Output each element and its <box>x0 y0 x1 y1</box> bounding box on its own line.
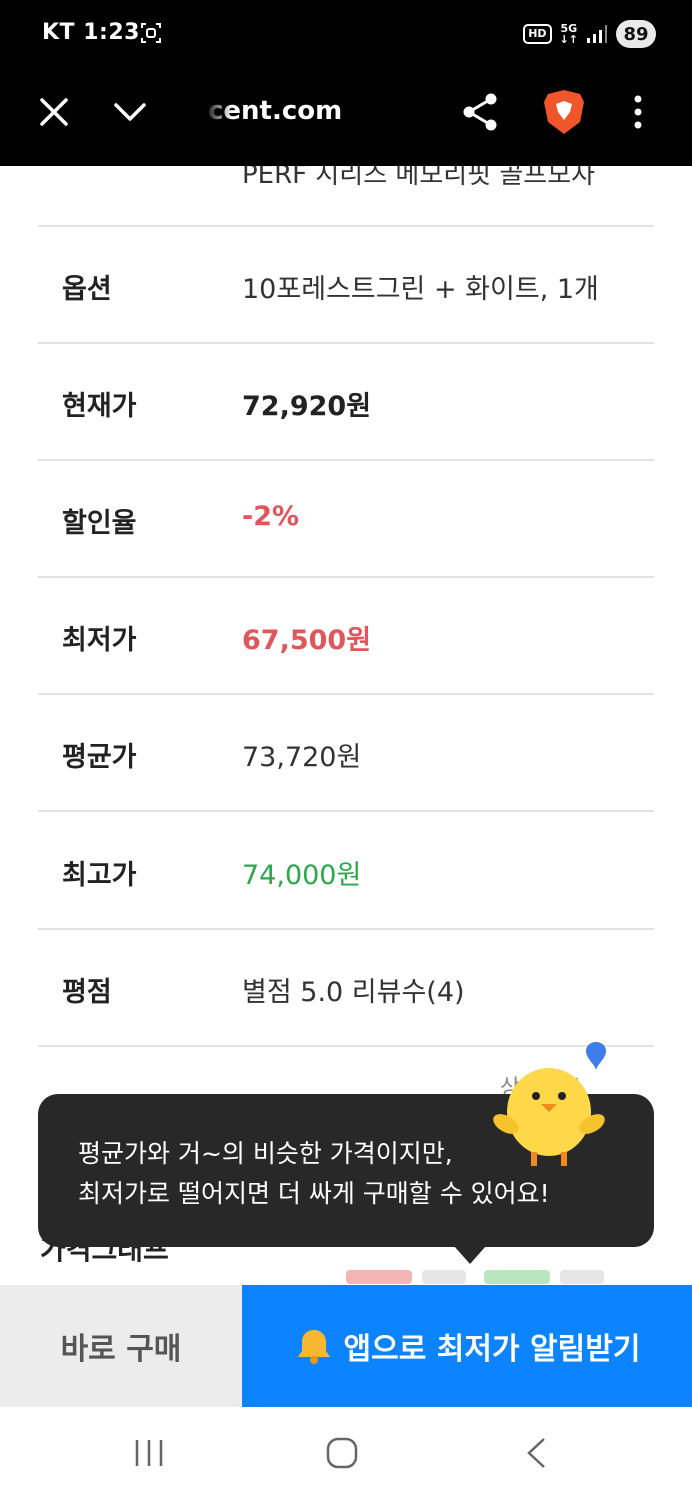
buy-now-label: 바로 구매 <box>60 1332 182 1367</box>
row-label: 할인율 <box>62 508 137 539</box>
table-row-current-price: 현재가 72,920원 <box>38 344 654 461</box>
chick-mascot-icon <box>493 1042 606 1166</box>
row-value: 10포레스트그린 + 화이트, 1개 <box>242 274 599 305</box>
row-label: 평균가 <box>62 742 137 773</box>
row-label: 현재가 <box>62 391 137 422</box>
back-icon[interactable] <box>512 1429 560 1477</box>
table-row-discount: 할인율 -2% <box>38 461 654 578</box>
network-icon: 5G ↓↑ <box>559 22 578 46</box>
product-name-row: PERF 시리즈 메모리핏 골프모자 <box>38 166 654 227</box>
recents-icon[interactable] <box>125 1429 173 1477</box>
status-time: KT 1:23 <box>42 20 140 45</box>
row-value: 74,000원 <box>242 860 362 891</box>
row-value: 별점 5.0 리뷰수(4) <box>242 977 465 1008</box>
price-alert-button[interactable]: 앱으로 최저가 알림받기 <box>242 1285 692 1407</box>
table-row-average-price: 평균가 73,720원 <box>38 695 654 812</box>
battery-indicator: 89 <box>616 20 656 48</box>
row-label: 최고가 <box>62 860 137 891</box>
row-label: 평점 <box>62 977 112 1008</box>
table-row-highest-price: 최고가 74,000원 <box>38 813 654 930</box>
home-icon[interactable] <box>318 1429 366 1477</box>
row-label: 최저가 <box>62 625 137 656</box>
row-value: -2% <box>242 501 300 532</box>
close-icon[interactable] <box>30 88 78 136</box>
table-row-rating: 평점 별점 5.0 리뷰수(4) <box>38 930 654 1047</box>
chevron-down-icon[interactable] <box>106 88 154 136</box>
more-menu-icon[interactable] <box>614 88 662 136</box>
price-alert-label: 앱으로 최저가 알림받기 <box>343 1332 641 1367</box>
product-name-value: PERF 시리즈 메모리핏 골프모자 <box>242 166 596 190</box>
buy-now-button[interactable]: 바로 구매 <box>0 1285 242 1407</box>
row-value: 67,500원 <box>242 625 372 656</box>
share-icon[interactable] <box>456 88 504 136</box>
browser-toolbar: cent.com <box>0 70 692 166</box>
url-fade <box>204 90 232 136</box>
tooltip-arrow <box>454 1246 486 1264</box>
system-nav-bar <box>0 1407 692 1500</box>
table-row-lowest-price: 최저가 67,500원 <box>38 578 654 695</box>
hd-icon: HD <box>523 24 552 44</box>
top-bar: KT 1:23 HD 5G ↓↑ 89 cent.com <box>0 0 692 166</box>
signal-icon <box>587 25 607 43</box>
brave-shield-icon[interactable] <box>540 88 588 136</box>
screenshot-icon <box>141 23 161 43</box>
status-bar: KT 1:23 HD 5G ↓↑ 89 <box>0 0 692 70</box>
table-row-option: 옵션 10포레스트그린 + 화이트, 1개 <box>38 227 654 344</box>
row-value: 72,920원 <box>242 391 372 422</box>
tooltip-line-1: 평균가와 거~의 비슷한 가격이지만, <box>78 1139 453 1168</box>
row-label: 옵션 <box>62 274 112 305</box>
row-value: 73,720원 <box>242 742 362 773</box>
bell-icon <box>297 1330 330 1364</box>
tooltip-line-2: 최저가로 떨어지면 더 싸게 구매할 수 있어요! <box>78 1179 550 1208</box>
